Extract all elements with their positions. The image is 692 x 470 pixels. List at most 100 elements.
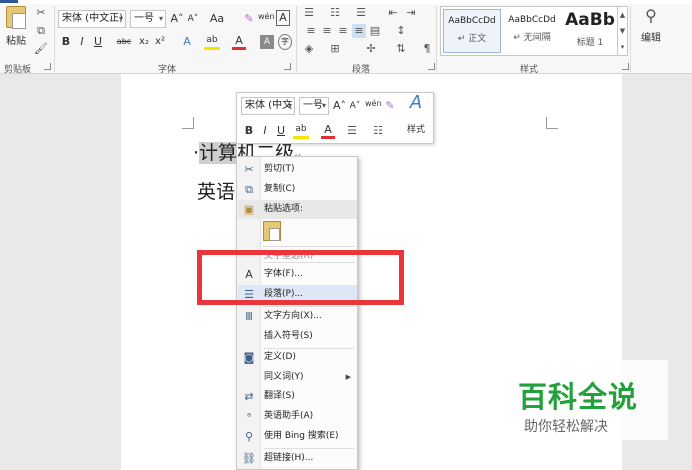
styles-gallery: AaBbCcDd ↵ 正文 AaBbCcDd ↵ 无间隔 AaBb 标题 1 ▲…	[440, 6, 628, 56]
highlight-button[interactable]: ab	[293, 123, 309, 139]
clear-format-button[interactable]: ✎	[242, 11, 256, 27]
italic-button[interactable]: I	[76, 34, 88, 50]
menu-item-translate[interactable]: ⇄ 翻译(S)	[238, 387, 357, 406]
borders-icon[interactable]: ⊞	[328, 42, 342, 56]
font-color-button[interactable]: A	[232, 34, 246, 50]
text-effects-button[interactable]: A	[180, 34, 194, 50]
shrink-font-button[interactable]: A˅	[186, 11, 200, 27]
line-spacing-icon[interactable]: ↕	[394, 24, 408, 38]
bullets-icon[interactable]: ☰	[345, 124, 359, 138]
menu-item-label: 剪切(T)	[264, 164, 295, 174]
chinese-layout-icon[interactable]: ✢	[364, 42, 378, 56]
char-border-button[interactable]: A	[276, 10, 290, 26]
underline-button[interactable]: U	[275, 123, 287, 139]
menu-item-synonyms[interactable]: 同义词(Y) ▶	[238, 368, 357, 387]
menu-item-cut[interactable]: ✂ 剪切(T)	[238, 160, 357, 179]
chevron-down-icon: ▾	[321, 101, 326, 110]
styles-launcher[interactable]	[622, 63, 629, 70]
font-launcher[interactable]	[284, 63, 291, 70]
menu-item-text-direction[interactable]: Ⅲ 文字方向(X)...	[238, 307, 357, 326]
grow-font-button[interactable]: A˄	[333, 98, 346, 114]
menu-item-label: 文字方向(X)...	[264, 311, 322, 321]
strikethrough-button[interactable]: abc	[114, 34, 134, 50]
styles-icon[interactable]: A	[405, 94, 427, 112]
grow-font-button[interactable]: A˄	[170, 11, 184, 27]
menu-item-copy[interactable]: ⧉ 复制(C)	[238, 180, 357, 199]
menu-item-label: 使用 Bing 搜索(E)	[264, 431, 339, 441]
menu-item-insert-symbol[interactable]: 插入符号(S)	[238, 327, 357, 346]
selected-text[interactable]: 计算	[199, 142, 238, 164]
mini-font-size-combo[interactable]: 一号 ▾	[299, 97, 329, 115]
font-size-combo[interactable]: 一号 ▾	[130, 10, 166, 28]
chevron-down-icon[interactable]: ▼	[618, 23, 627, 39]
paragraph-launcher[interactable]	[428, 63, 435, 70]
menu-item-bing-search[interactable]: ⚲ 使用 Bing 搜索(E)	[238, 427, 357, 446]
menu-item-label: 插入符号(S)	[264, 331, 313, 341]
subscript-button[interactable]: x₂	[138, 34, 150, 50]
gallery-scrollbar[interactable]: ▲ ▼ ▾	[617, 7, 627, 55]
style-heading-1[interactable]: AaBb 标题 1	[561, 9, 619, 53]
format-painter-icon[interactable]: ✎	[383, 98, 397, 114]
menu-item-label: 同义词(Y)	[264, 372, 304, 382]
chevron-down-icon: ▾	[118, 14, 123, 23]
watermark: 百科全说 助你轻松解决	[510, 360, 668, 440]
shading-icon[interactable]: ◈	[302, 42, 316, 56]
highlight-button[interactable]: ab	[204, 34, 220, 50]
numbering-icon[interactable]: ☷	[371, 124, 385, 138]
font-size-value: 一号	[134, 13, 154, 24]
menu-item-hyperlink[interactable]: ⛓ 超链接(H)...	[238, 449, 357, 468]
phonetic-guide-button[interactable]: wén	[365, 96, 382, 112]
superscript-button[interactable]: x²	[154, 34, 166, 50]
decrease-indent-icon[interactable]: ⇤	[386, 6, 400, 20]
phonetic-guide-button[interactable]: wén	[258, 9, 275, 25]
paste-keep-text-only-button[interactable]	[263, 221, 281, 241]
chevron-down-icon: ▾	[158, 14, 163, 23]
paste-button[interactable]: 粘贴	[4, 6, 28, 52]
change-case-button[interactable]: Aa	[206, 11, 228, 27]
sort-icon[interactable]: ⇅	[394, 42, 408, 56]
search-icon: ⚲	[244, 430, 254, 443]
document-line-2[interactable]: 英语	[197, 177, 235, 204]
menu-item-define[interactable]: ◙ 定义(D)	[238, 348, 357, 367]
more-icon[interactable]: ▾	[618, 39, 627, 55]
brush-icon[interactable]: 🖌	[34, 42, 48, 56]
multilevel-list-icon[interactable]: ☰	[354, 6, 368, 20]
mini-font-name-combo[interactable]: 宋体 (中文 ▾	[241, 97, 295, 115]
justify-icon[interactable]: ≡	[352, 24, 366, 38]
bold-button[interactable]: B	[60, 34, 72, 50]
style-normal[interactable]: AaBbCcDd ↵ 正文	[443, 9, 501, 53]
line-text[interactable]: 英语	[197, 181, 235, 203]
copy-icon: ⧉	[245, 183, 253, 196]
numbering-icon[interactable]: ☷	[328, 6, 342, 20]
editing-button[interactable]: ⚲ 编辑	[636, 6, 666, 56]
font-name-combo[interactable]: 宋体 (中文正) ▾	[58, 10, 126, 28]
shrink-font-button[interactable]: A˅	[349, 98, 361, 114]
align-center-icon[interactable]: ≡	[320, 24, 334, 38]
style-name: ↵ 无间隔	[513, 33, 551, 43]
bold-button[interactable]: B	[243, 123, 255, 139]
menu-item-english-assistant[interactable]: ᵃ 英语助手(A)	[238, 407, 357, 426]
underline-button[interactable]: U	[92, 34, 104, 50]
italic-button[interactable]: I	[259, 123, 271, 139]
binoculars-icon: ⚲	[645, 6, 657, 25]
mini-styles-label[interactable]: 样式	[403, 122, 429, 138]
editing-label: 编辑	[641, 33, 661, 44]
show-marks-icon[interactable]: ¶	[420, 42, 434, 56]
align-right-icon[interactable]: ≡	[336, 24, 350, 38]
align-left-icon[interactable]: ≡	[304, 24, 318, 38]
menu-item-label: 定义(D)	[264, 352, 296, 362]
font-color-button[interactable]: A	[321, 123, 335, 139]
chevron-up-icon[interactable]: ▲	[618, 7, 627, 23]
watermark-subtitle: 助你轻松解决	[524, 419, 608, 435]
paste-icon	[6, 6, 26, 29]
clipboard-launcher[interactable]	[44, 63, 51, 70]
enclose-char-button[interactable]: 字	[278, 34, 292, 50]
copy-icon[interactable]: ⧉	[34, 24, 48, 38]
char-shading-button[interactable]: A	[260, 35, 274, 49]
bullets-icon[interactable]: ☰	[302, 6, 316, 20]
menu-item-label: 英语助手(A)	[264, 411, 314, 421]
style-no-spacing[interactable]: AaBbCcDd ↵ 无间隔	[503, 9, 561, 53]
increase-indent-icon[interactable]: ⇥	[404, 6, 418, 20]
scissors-icon[interactable]: ✂	[34, 6, 48, 20]
distributed-icon[interactable]: ▤	[368, 24, 382, 38]
